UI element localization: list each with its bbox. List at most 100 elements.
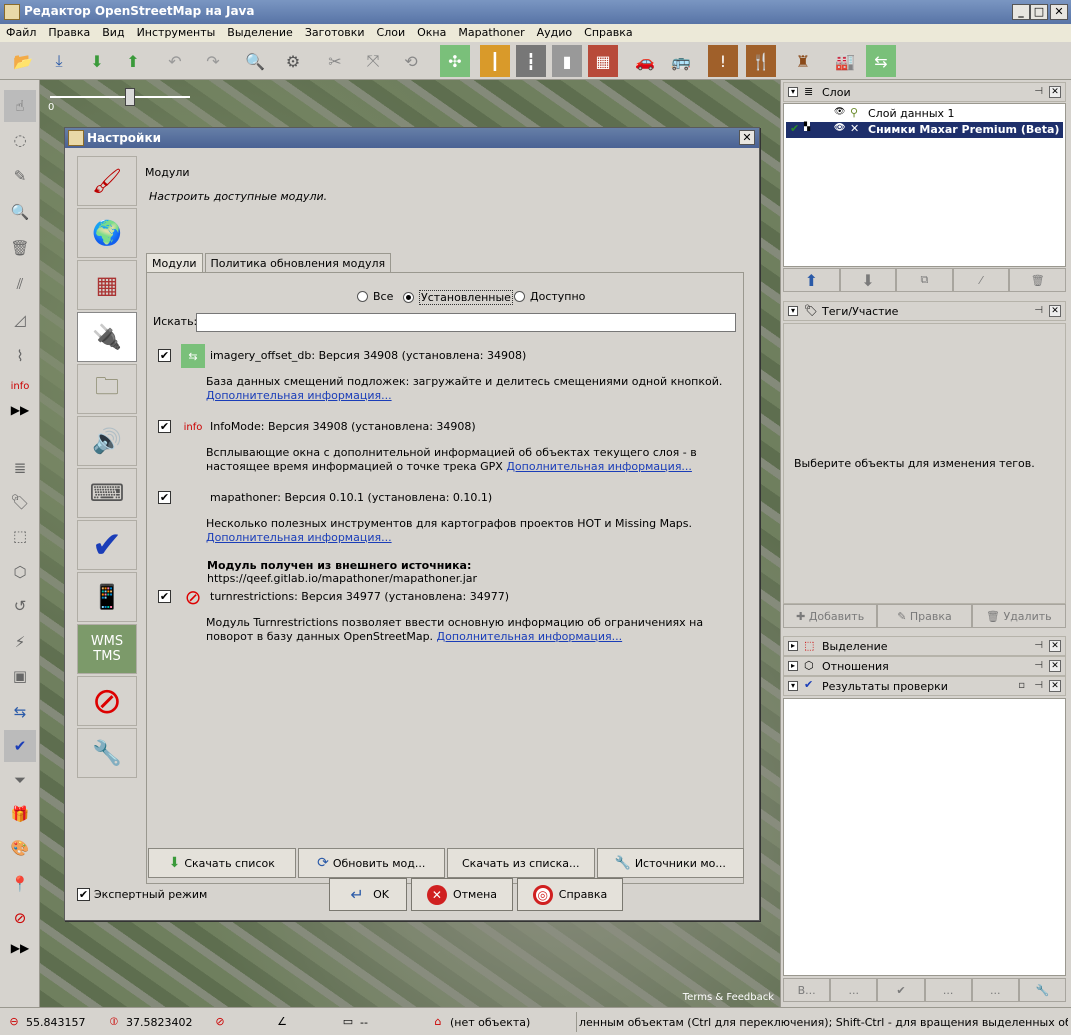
expert-mode-checkbox[interactable]: ✔ Экспертный режим xyxy=(77,888,207,901)
menu-view[interactable]: Вид xyxy=(96,24,130,42)
undo-icon[interactable]: ↶ xyxy=(160,45,190,77)
search-input[interactable] xyxy=(196,313,736,332)
menu-edit[interactable]: Правка xyxy=(42,24,96,42)
more-tools-icon[interactable]: ▶▶ xyxy=(4,402,36,418)
window-close-button[interactable]: ✕ xyxy=(1050,4,1068,20)
add-tag-button[interactable]: ✚ Добавить xyxy=(783,604,878,628)
plugin-checkbox[interactable]: ✔ xyxy=(158,491,171,504)
validation-button-zoom[interactable]: ... xyxy=(830,978,878,1002)
car-icon[interactable]: 🚗 xyxy=(630,45,660,77)
tab-update-policy[interactable]: Политика обновления модуля xyxy=(204,253,392,273)
plugin-checkbox[interactable]: ✔ xyxy=(158,420,171,433)
opacity-icon[interactable]: ▚ xyxy=(804,122,811,131)
menu-presets[interactable]: Заготовки xyxy=(299,24,371,42)
edit-tag-button[interactable]: ✎ Правка xyxy=(877,604,972,628)
validation-button-validate[interactable]: ✔ xyxy=(877,978,925,1002)
more-info-link[interactable]: Дополнительная информация... xyxy=(206,389,392,402)
layer-row[interactable]: 👁 ⚲ Слой данных 1 xyxy=(786,106,1063,122)
menu-layers[interactable]: Слои xyxy=(371,24,412,42)
selection-panel-header[interactable]: ▸ ⬚ Выделение ⊣ ✕ xyxy=(783,636,1066,656)
collapse-toggle-icon[interactable]: ▾ xyxy=(788,681,798,691)
eye-icon[interactable]: 👁 xyxy=(834,107,845,117)
road-icon[interactable]: ┇ xyxy=(516,45,546,77)
maximize-button[interactable]: □ xyxy=(1030,4,1048,20)
expand-toggle-icon[interactable]: ▸ xyxy=(788,641,798,651)
panel-close-icon[interactable]: ✕ xyxy=(1049,640,1061,652)
zoom-tool-icon[interactable]: 🔍 xyxy=(4,196,36,228)
minimize-button[interactable]: _ xyxy=(1012,4,1030,20)
layer-row-active[interactable]: ✔ ▚ 👁 ✕ Снимки Maxar Premium (Beta) xyxy=(786,122,1063,138)
collapse-toggle-icon[interactable]: ▾ xyxy=(788,87,798,97)
download-from-list-button[interactable]: Скачать из списка... xyxy=(447,848,595,878)
filter-available-radio[interactable]: Доступно xyxy=(514,290,585,303)
building-wall-icon[interactable]: ▦ xyxy=(588,45,618,77)
style-icon[interactable]: 🎨 xyxy=(4,832,36,864)
extrude-tool-icon[interactable]: ◿ xyxy=(4,304,36,336)
history-toggle-icon[interactable]: ↺ xyxy=(4,590,36,622)
move-up-icon[interactable]: ⬆ xyxy=(783,268,840,292)
ok-button[interactable]: ↵ OK xyxy=(329,878,407,911)
select-tool-icon[interactable]: ☝ xyxy=(4,90,36,122)
more-info-link[interactable]: Дополнительная информация... xyxy=(506,460,692,473)
plugin-sources-button[interactable]: 🔧 Источники мо... xyxy=(596,848,744,878)
changeset-icon[interactable]: 🎁 xyxy=(4,798,36,830)
download-icon[interactable]: ⬇ xyxy=(82,45,112,77)
menu-tools[interactable]: Инструменты xyxy=(131,24,222,42)
more-info-link[interactable]: Дополнительная информация... xyxy=(437,630,623,643)
validation-button-ignore[interactable]: ... xyxy=(971,978,1019,1002)
remote-control-icon[interactable]: 📱 xyxy=(77,572,137,622)
warning-icon[interactable]: ! xyxy=(708,45,738,77)
turnrestrictions-settings-icon[interactable]: ⊘ xyxy=(77,676,137,726)
menu-file[interactable]: Файл xyxy=(0,24,42,42)
delete-layer-icon[interactable]: 🗑 xyxy=(1009,268,1066,292)
delete-tool-icon[interactable]: 🗑 xyxy=(4,232,36,264)
track-icon[interactable]: ▮ xyxy=(552,45,582,77)
reverse-way-icon[interactable]: ⟲ xyxy=(396,45,426,77)
selection-toggle-icon[interactable]: ⬚ xyxy=(4,520,36,552)
validation-button-select[interactable]: В... xyxy=(783,978,831,1002)
filter-funnel-icon[interactable]: ⏷ xyxy=(4,764,36,796)
restaurant-icon[interactable]: 🍴 xyxy=(746,45,776,77)
collapse-toggle-icon[interactable]: ▾ xyxy=(788,306,798,316)
combine-way-icon[interactable]: ⤧ xyxy=(358,45,388,77)
dialog-close-button[interactable]: ✕ xyxy=(739,130,755,145)
zoom-slider[interactable]: 0 xyxy=(48,86,190,114)
filter-toggle-icon[interactable]: ▣ xyxy=(4,660,36,692)
menu-mapathoner[interactable]: Mapathoner xyxy=(452,24,530,42)
parallel-tool-icon[interactable]: ⫽ xyxy=(4,268,36,300)
split-way-icon[interactable]: ✂ xyxy=(320,45,350,77)
download-list-button[interactable]: ⬇ Скачать список xyxy=(148,848,296,878)
factory-icon[interactable]: 🏭 xyxy=(830,45,860,77)
menu-windows[interactable]: Окна xyxy=(411,24,452,42)
panel-close-icon[interactable]: ✕ xyxy=(1049,680,1061,692)
validator-settings-icon[interactable]: ✔ xyxy=(77,520,137,570)
more-info-link[interactable]: Дополнительная информация... xyxy=(206,531,392,544)
advanced-settings-icon[interactable]: 🔧 xyxy=(77,728,137,778)
layers-toggle-icon[interactable]: ≣ xyxy=(4,452,36,484)
file-settings-icon[interactable]: 🗀 xyxy=(77,364,137,414)
notes-icon[interactable]: 📍 xyxy=(4,868,36,900)
layer-properties-icon[interactable]: ⁄ xyxy=(952,268,1010,292)
tab-plugins[interactable]: Модули xyxy=(146,253,203,274)
redo-icon[interactable]: ↷ xyxy=(198,45,228,77)
panel-close-icon[interactable]: ✕ xyxy=(1049,86,1061,98)
validation-panel-header[interactable]: ▾ ✔ Результаты проверки ▫ ⊣ ✕ xyxy=(783,676,1066,696)
zoom-slider-knob[interactable] xyxy=(125,88,135,106)
road-primary-icon[interactable]: ┃ xyxy=(480,45,510,77)
imagery-offset-icon[interactable]: ⇆ xyxy=(866,45,896,77)
relations-toggle-icon[interactable]: ⬡ xyxy=(4,556,36,588)
validation-toggle-icon[interactable]: ✔ xyxy=(4,730,36,762)
castle-icon[interactable]: ♜ xyxy=(788,45,818,77)
display-settings-icon[interactable]: 🖌 xyxy=(77,156,137,206)
info-mode-icon[interactable]: info xyxy=(4,370,36,402)
keyboard-settings-icon[interactable]: ⌨ xyxy=(77,468,137,518)
filter-all-radio[interactable]: Все xyxy=(357,290,393,303)
map-settings-icon[interactable]: 🌍 xyxy=(77,208,137,258)
filter-installed-radio[interactable]: Установленные xyxy=(403,290,513,305)
plugins-settings-icon[interactable]: 🔌 xyxy=(77,312,137,362)
move-down-icon[interactable]: ⬇ xyxy=(839,268,897,292)
detach-icon[interactable]: ⊣ xyxy=(1034,305,1043,316)
menu-audio[interactable]: Аудио xyxy=(531,24,579,42)
conflicts-toggle-icon[interactable]: ⚡ xyxy=(4,626,36,658)
plugin-checkbox[interactable]: ✔ xyxy=(158,349,171,362)
